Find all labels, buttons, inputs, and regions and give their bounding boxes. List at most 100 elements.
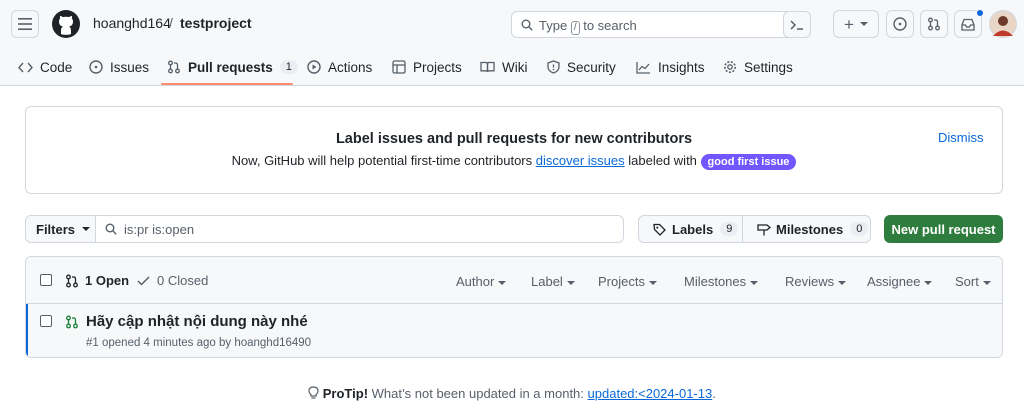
play-icon <box>307 60 321 74</box>
reviews-filter-label: Reviews <box>785 274 835 289</box>
chevron-down-icon <box>859 22 868 26</box>
repo-owner-link[interactable]: hoanghd164 <box>93 15 171 31</box>
labels-button[interactable]: Labels 9 <box>638 215 743 243</box>
tab-insights[interactable]: Insights <box>636 48 705 86</box>
search-icon <box>105 223 117 235</box>
sort-filter-label: Sort <box>955 274 979 289</box>
chevron-down-icon <box>498 280 507 285</box>
github-logo-icon[interactable] <box>52 10 80 38</box>
list-item[interactable]: Hãy cập nhật nội dung này nhé #1 opened … <box>26 304 1002 357</box>
pull-request-title-link[interactable]: Hãy cập nhật nội dung này nhé <box>86 313 308 330</box>
chevron-down-icon <box>838 280 847 285</box>
search-input[interactable]: Type / to search <box>511 11 811 38</box>
reviews-filter[interactable]: Reviews <box>785 274 847 289</box>
issues-shortcut-button[interactable] <box>886 10 914 38</box>
label-filter-label: Label <box>531 274 563 289</box>
tab-wiki[interactable]: Wiki <box>480 48 528 86</box>
new-pull-request-button[interactable]: New pull request <box>884 215 1003 243</box>
milestones-button-label: Milestones <box>776 221 844 237</box>
projects-filter[interactable]: Projects <box>598 274 657 289</box>
tab-projects[interactable]: Projects <box>392 48 462 86</box>
milestones-filter-label: Milestones <box>684 274 747 289</box>
closed-filter-link[interactable]: 0 Closed <box>137 273 208 288</box>
chevron-down-icon <box>750 280 759 285</box>
banner-title: Label issues and pull requests for new c… <box>335 131 693 147</box>
tab-code[interactable]: Code <box>18 48 72 86</box>
repo-nav: Code Issues Pull requests 1 Actions Proj… <box>0 48 1024 86</box>
author-filter-label: Author <box>456 274 495 289</box>
repo-name-link[interactable]: testproject <box>180 15 252 31</box>
breadcrumb-separator: / <box>169 15 173 31</box>
book-icon <box>480 61 495 73</box>
milestones-button[interactable]: Milestones 0 <box>742 215 871 243</box>
list-header: 1 Open 0 Closed Author Label Projects Mi… <box>26 257 1002 304</box>
pull-requests-shortcut-button[interactable] <box>920 10 948 38</box>
active-tab-indicator <box>161 83 293 85</box>
gear-icon <box>724 61 736 73</box>
tag-icon <box>653 223 666 236</box>
pull-request-list: 1 Open 0 Closed Author Label Projects Mi… <box>25 256 1003 358</box>
row-checkbox[interactable] <box>40 315 52 327</box>
chevron-down-icon <box>82 227 91 231</box>
contributor-banner: Label issues and pull requests for new c… <box>25 106 1003 194</box>
menu-button[interactable] <box>11 10 39 38</box>
sort-filter[interactable]: Sort <box>955 274 991 289</box>
terminal-icon <box>790 19 803 30</box>
banner-text-prefix: Now, GitHub will help potential first-ti… <box>231 153 533 168</box>
git-pull-request-icon <box>66 274 78 287</box>
tab-actions[interactable]: Actions <box>307 48 372 86</box>
check-icon <box>137 275 150 286</box>
protip-query-link[interactable]: updated:<2024-01-13 <box>588 386 713 401</box>
tab-pull-requests[interactable]: Pull requests 1 <box>167 48 298 86</box>
label-filter[interactable]: Label <box>531 274 575 289</box>
shield-icon <box>547 60 560 74</box>
assignee-filter-label: Assignee <box>867 274 921 289</box>
notification-dot <box>976 9 984 17</box>
chevron-down-icon <box>982 280 991 285</box>
tab-projects-label: Projects <box>413 59 462 75</box>
milestones-counter: 0 <box>850 222 869 236</box>
milestone-icon <box>757 223 771 235</box>
table-icon <box>392 60 406 74</box>
pull-request-meta: #1 opened 4 minutes ago by hoanghd16490 <box>86 337 312 349</box>
select-all-checkbox[interactable] <box>40 274 52 286</box>
code-icon <box>18 62 33 72</box>
git-pull-request-icon <box>928 17 940 31</box>
milestones-filter[interactable]: Milestones <box>684 274 759 289</box>
graph-icon <box>636 61 650 74</box>
author-filter[interactable]: Author <box>456 274 507 289</box>
issue-opened-icon <box>89 60 103 74</box>
open-count-label: 1 Open <box>85 273 130 288</box>
open-filter-link[interactable]: 1 Open <box>65 273 129 288</box>
tab-security-label: Security <box>567 59 616 75</box>
filters-dropdown[interactable]: Filters <box>26 216 96 242</box>
search-placeholder-prefix: Type <box>539 18 568 33</box>
protip-period: . <box>712 386 716 401</box>
git-pull-request-icon <box>168 60 180 74</box>
tab-wiki-label: Wiki <box>502 59 528 75</box>
inbox-icon <box>961 18 975 31</box>
filters-label: Filters <box>36 221 76 237</box>
tab-settings[interactable]: Settings <box>723 48 793 86</box>
protip-text: What’s not been updated in a month: <box>371 386 584 401</box>
tab-pull-requests-label: Pull requests <box>188 59 273 75</box>
filter-query-input[interactable]: is:pr is:open <box>124 222 194 237</box>
pull-requests-counter: 1 <box>279 60 298 74</box>
labels-counter: 9 <box>720 222 739 236</box>
chevron-down-icon <box>648 280 657 285</box>
command-palette-button[interactable] <box>783 11 811 38</box>
create-new-button[interactable]: + <box>833 10 879 38</box>
git-pull-request-open-icon <box>66 315 78 329</box>
assignee-filter[interactable]: Assignee <box>867 274 933 289</box>
protip: ProTip! What’s not been updated in a mon… <box>0 386 1024 401</box>
avatar[interactable] <box>989 10 1017 38</box>
search-key-hint: / <box>570 21 580 35</box>
tab-security[interactable]: Security <box>547 48 616 86</box>
tab-settings-label: Settings <box>744 59 793 75</box>
tab-issues[interactable]: Issues <box>89 48 149 86</box>
tab-code-label: Code <box>40 59 73 75</box>
plus-icon: + <box>844 14 854 34</box>
discover-issues-link[interactable]: discover issues <box>536 153 625 168</box>
issue-opened-icon <box>893 17 907 31</box>
dismiss-button[interactable]: Dismiss <box>938 130 984 145</box>
